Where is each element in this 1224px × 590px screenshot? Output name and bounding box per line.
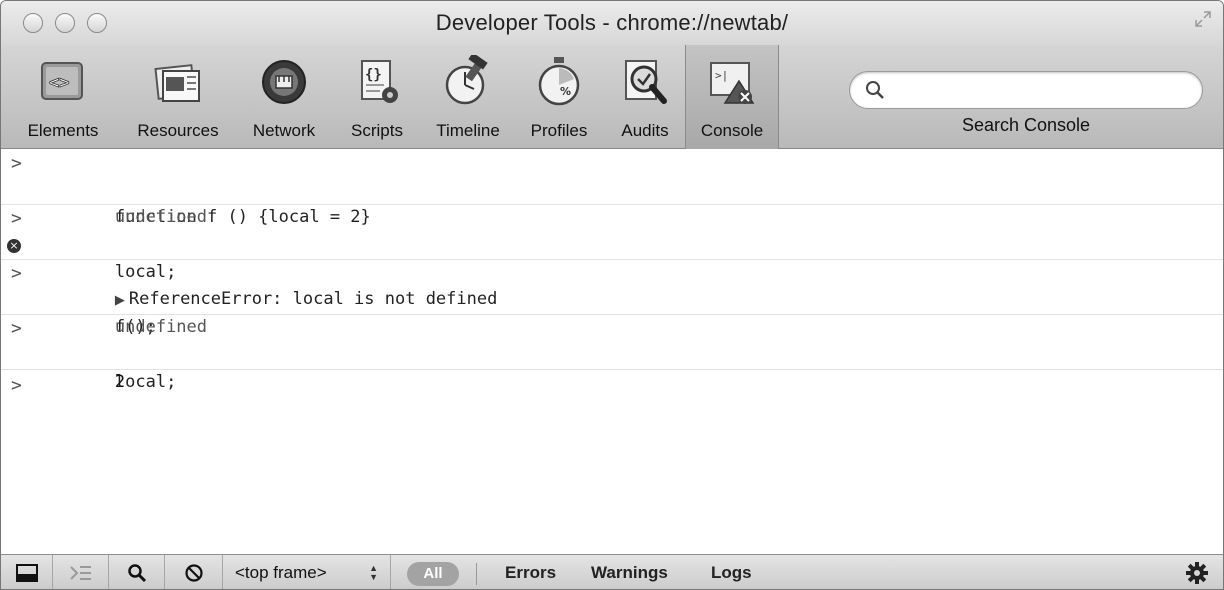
console-command-line: > function f () {local = 2} xyxy=(1,150,1223,227)
dock-toggle-button[interactable] xyxy=(1,555,53,589)
svg-text:{}: {} xyxy=(365,67,382,83)
tab-label: Scripts xyxy=(351,121,403,140)
tab-console[interactable]: >| Console xyxy=(685,45,779,149)
console-drawer-button[interactable] xyxy=(53,555,109,589)
console-command-line: > local; xyxy=(1,205,1223,282)
tab-label: Network xyxy=(252,121,316,140)
console-output[interactable]: > function f () {local = 2} undefined > … xyxy=(1,150,1223,545)
console-icon: >| xyxy=(710,62,755,104)
title-bar: Developer Tools - chrome://newtab/ xyxy=(1,1,1223,45)
audits-icon xyxy=(625,60,667,104)
tab-resources[interactable]: Resources xyxy=(123,45,233,149)
console-entry: > f(); undefined xyxy=(1,260,1223,337)
console-entry: > function f () {local = 2} undefined xyxy=(1,150,1223,227)
dock-icon xyxy=(15,564,38,582)
divider xyxy=(476,563,477,585)
svg-text:>|: >| xyxy=(715,69,728,82)
timeline-icon xyxy=(445,55,488,105)
prompt-icon: > xyxy=(11,375,22,396)
search-console-label: Search Console xyxy=(961,115,1091,135)
console-error-line[interactable]: × ▶ ReferenceError: local is not defined xyxy=(1,232,1223,309)
tab-label: Profiles xyxy=(530,121,588,140)
prompt-icon: > xyxy=(11,318,22,339)
error-icon: × xyxy=(7,239,21,253)
svg-text:%: % xyxy=(560,85,571,98)
tab-profiles[interactable]: % Profiles xyxy=(519,45,599,149)
tab-network[interactable]: Network xyxy=(239,45,329,149)
search-icon xyxy=(127,564,146,583)
gear-icon[interactable] xyxy=(1185,561,1209,585)
chevron-updown-icon: ▲ ▼ xyxy=(369,563,378,582)
frame-selector[interactable]: <top frame> ▲ ▼ xyxy=(223,555,391,589)
tab-label: Timeline xyxy=(436,121,500,140)
profiles-icon: % xyxy=(538,57,580,106)
console-entry: > local; × ▶ ReferenceError: local is not… xyxy=(1,205,1223,309)
console-command-line: > f(); xyxy=(1,260,1223,337)
search-console-box[interactable] xyxy=(849,71,1203,109)
prompt-icon: > xyxy=(11,263,22,284)
status-bar: <top frame> ▲ ▼ All Errors Warnings Logs xyxy=(1,554,1223,589)
devtools-window: Developer Tools - chrome://newtab/ <> El… xyxy=(0,0,1224,590)
scripts-icon: {} xyxy=(361,60,398,103)
prompt-icon: > xyxy=(11,208,22,229)
search-icon xyxy=(866,81,884,99)
network-icon xyxy=(262,60,306,104)
panel-toolbar: <> Elements Resources Network {} Scripts… xyxy=(1,45,1223,149)
search-input[interactable] xyxy=(890,76,1190,104)
search-button[interactable] xyxy=(109,555,165,589)
clear-console-button[interactable] xyxy=(165,555,223,589)
fullscreen-icon[interactable] xyxy=(1193,9,1213,29)
prompt-icon: > xyxy=(11,153,22,174)
console-drawer-icon xyxy=(69,566,91,580)
console-command-line: > local; xyxy=(1,315,1223,392)
tab-label: Resources xyxy=(137,121,219,140)
tab-label: Elements xyxy=(27,121,99,140)
frame-selector-value: <top frame> xyxy=(235,563,327,582)
elements-icon: <> xyxy=(41,62,83,100)
filter-logs-button[interactable]: Logs xyxy=(711,555,752,589)
tab-elements[interactable]: <> Elements xyxy=(17,45,109,149)
filter-warnings-button[interactable]: Warnings xyxy=(591,555,668,589)
console-result-line: undefined xyxy=(1,287,1223,337)
window-title: Developer Tools - chrome://newtab/ xyxy=(435,10,789,35)
filter-errors-button[interactable]: Errors xyxy=(505,555,556,589)
console-result-line: undefined xyxy=(1,177,1223,227)
console-result-line: 2 xyxy=(1,342,1223,392)
tab-timeline[interactable]: Timeline xyxy=(421,45,515,149)
tab-audits[interactable]: Audits xyxy=(609,45,681,149)
tab-label: Audits xyxy=(621,121,669,140)
clear-icon xyxy=(184,564,203,582)
filter-all-button[interactable]: All xyxy=(407,562,459,586)
tab-scripts[interactable]: {} Scripts xyxy=(337,45,417,149)
resources-icon xyxy=(154,64,200,102)
tab-label: Console xyxy=(700,121,764,140)
svg-text:<>: <> xyxy=(49,73,69,93)
console-input-line[interactable]: > xyxy=(1,372,1223,399)
console-entry: > local; 2 xyxy=(1,315,1223,392)
